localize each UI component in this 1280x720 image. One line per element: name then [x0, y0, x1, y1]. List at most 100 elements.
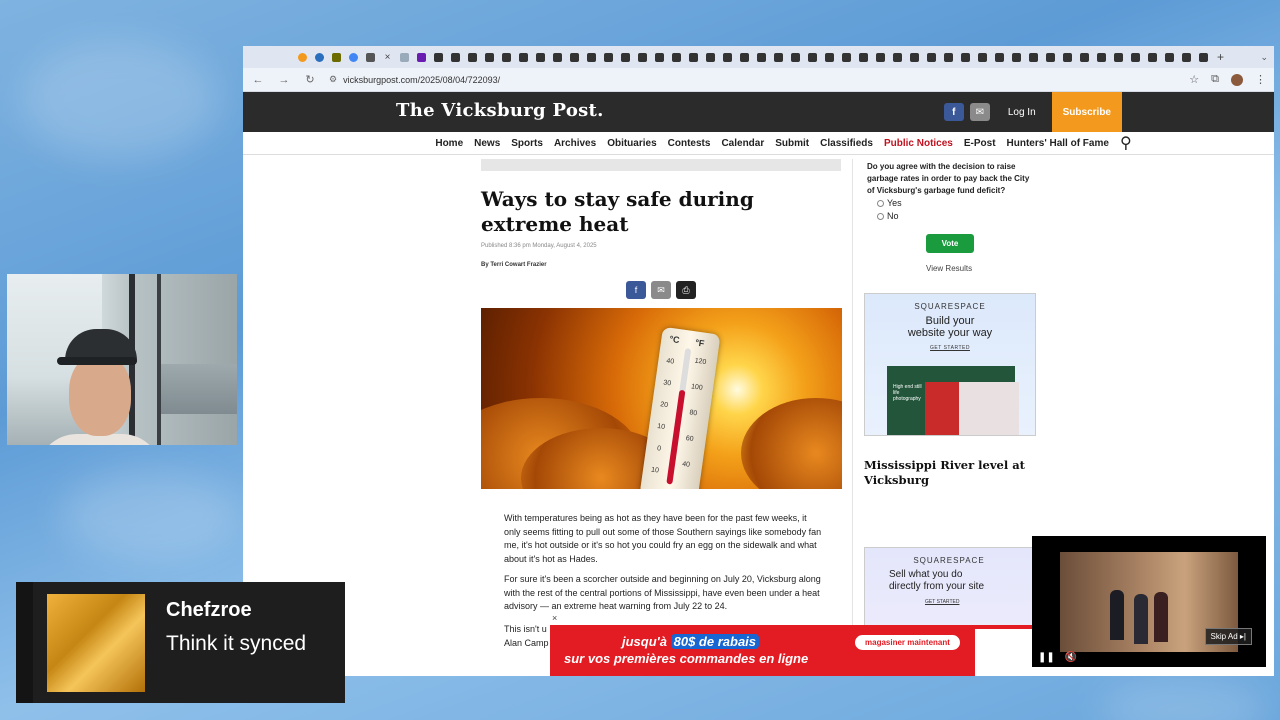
pause-icon[interactable]: ❚❚	[1038, 652, 1055, 663]
tab-search-icon[interactable]: ⌄	[1260, 52, 1268, 63]
print-icon[interactable]: ⎙	[676, 281, 696, 299]
new-tab-icon[interactable]: +	[1217, 50, 1224, 64]
tab-favicon[interactable]	[533, 50, 548, 65]
tab-favicon[interactable]	[397, 50, 412, 65]
tab-favicon[interactable]	[618, 50, 633, 65]
nav-public-notices[interactable]: Public Notices	[884, 138, 953, 149]
tab-favicon[interactable]	[635, 50, 650, 65]
tab-favicon[interactable]	[788, 50, 803, 65]
tab-favicon[interactable]	[856, 50, 871, 65]
tab-favicon[interactable]	[465, 50, 480, 65]
nav-archives[interactable]: Archives	[554, 138, 596, 149]
tab-favicon[interactable]	[1111, 50, 1126, 65]
tab-favicon[interactable]	[873, 50, 888, 65]
byline[interactable]: By Terri Cowart Frazier	[481, 262, 547, 268]
tab-favicon[interactable]	[720, 50, 735, 65]
ad-cta[interactable]: GET STARTED	[865, 599, 1033, 605]
tab-favicon[interactable]	[516, 50, 531, 65]
extensions-icon[interactable]: ⧉	[1211, 73, 1219, 86]
tab-favicon[interactable]	[431, 50, 446, 65]
tab-favicon[interactable]	[1145, 50, 1160, 65]
nav-obituaries[interactable]: Obituaries	[607, 138, 656, 149]
tab-favicon[interactable]	[839, 50, 854, 65]
view-results-link[interactable]: View Results	[926, 264, 972, 273]
tab-favicon[interactable]	[805, 50, 820, 65]
tab-favicon[interactable]	[363, 50, 378, 65]
tab-favicon[interactable]	[1162, 50, 1177, 65]
banner-shop-button[interactable]: magasiner maintenant	[855, 635, 960, 650]
tab-favicon[interactable]	[567, 50, 582, 65]
profile-avatar[interactable]	[1231, 73, 1243, 86]
nav-calendar[interactable]: Calendar	[721, 138, 764, 149]
tab-favicon[interactable]	[584, 50, 599, 65]
site-info-icon[interactable]: ⚙	[329, 74, 337, 85]
squarespace-ad[interactable]: SQUARESPACE Build your website your way …	[864, 293, 1036, 436]
email-icon[interactable]: ✉	[969, 103, 990, 121]
active-tab-close-icon[interactable]: ×	[380, 52, 395, 63]
tab-favicon[interactable]	[414, 50, 429, 65]
tab-favicon[interactable]	[686, 50, 701, 65]
banner-close-icon[interactable]: ×	[552, 613, 557, 623]
nav-contests[interactable]: Contests	[668, 138, 711, 149]
tab-favicon[interactable]	[907, 50, 922, 65]
mute-icon[interactable]: 🔇	[1065, 652, 1077, 663]
facebook-icon[interactable]: f	[943, 103, 964, 121]
nav-classifieds[interactable]: Classifieds	[820, 138, 873, 149]
tab-favicon[interactable]	[975, 50, 990, 65]
reload-icon[interactable]: ↻	[303, 73, 317, 86]
subscribe-button[interactable]: Subscribe	[1051, 92, 1122, 132]
tab-favicon[interactable]	[754, 50, 769, 65]
site-logo[interactable]: The Vicksburg Post.	[396, 100, 604, 121]
nav-news[interactable]: News	[474, 138, 500, 149]
tab-favicon[interactable]	[941, 50, 956, 65]
share-email-icon[interactable]: ✉	[651, 281, 671, 299]
video-ad[interactable]: Skip Ad ▸| ❚❚ 🔇	[1032, 536, 1266, 667]
skip-ad-button[interactable]: Skip Ad ▸|	[1204, 628, 1252, 645]
tab-favicon[interactable]	[992, 50, 1007, 65]
address-bar[interactable]: ⚙ vicksburgpost.com/2025/08/04/722093/	[329, 71, 1177, 89]
tab-favicon[interactable]	[346, 50, 361, 65]
vote-button[interactable]: Vote	[926, 234, 974, 253]
tab-favicon[interactable]	[703, 50, 718, 65]
poll-option-no[interactable]: No	[877, 211, 899, 221]
banner-ad[interactable]: edge jusqu'à 80$ de rabais sur vos premi…	[550, 625, 1035, 676]
back-icon[interactable]: ←	[251, 74, 265, 86]
tab-favicon[interactable]	[771, 50, 786, 65]
nav-sports[interactable]: Sports	[511, 138, 543, 149]
nav-submit[interactable]: Submit	[775, 138, 809, 149]
tab-favicon[interactable]	[1043, 50, 1058, 65]
tab-favicon[interactable]	[499, 50, 514, 65]
tab-favicon[interactable]	[669, 50, 684, 65]
forward-icon[interactable]: →	[277, 74, 291, 86]
tab-favicon[interactable]	[822, 50, 837, 65]
tab-favicon[interactable]	[1094, 50, 1109, 65]
share-facebook-icon[interactable]: f	[626, 281, 646, 299]
poll-option-yes[interactable]: Yes	[877, 198, 902, 208]
ad-cta[interactable]: GET STARTED	[865, 345, 1035, 351]
tab-favicon[interactable]	[652, 50, 667, 65]
tab-favicon[interactable]	[1009, 50, 1024, 65]
radio-icon[interactable]	[877, 212, 884, 220]
tab-favicon[interactable]	[601, 50, 616, 65]
tab-favicon[interactable]	[890, 50, 905, 65]
tab-favicon[interactable]	[737, 50, 752, 65]
radio-icon[interactable]	[877, 199, 884, 207]
bookmark-star-icon[interactable]: ☆	[1189, 73, 1199, 86]
nav-hunters-hall[interactable]: Hunters' Hall of Fame	[1007, 138, 1109, 149]
tab-favicon[interactable]	[295, 50, 310, 65]
tab-favicon[interactable]	[1026, 50, 1041, 65]
tab-favicon[interactable]	[550, 50, 565, 65]
tab-favicon[interactable]	[329, 50, 344, 65]
tab-favicon[interactable]	[482, 50, 497, 65]
tab-favicon[interactable]	[1077, 50, 1092, 65]
tab-favicon[interactable]	[1179, 50, 1194, 65]
nav-epost[interactable]: E-Post	[964, 138, 996, 149]
login-link[interactable]: Log In	[1008, 107, 1036, 118]
video-ad-close-icon[interactable]: ×	[1257, 523, 1263, 534]
menu-icon[interactable]: ⋮	[1255, 73, 1266, 86]
tab-favicon[interactable]	[924, 50, 939, 65]
tab-favicon[interactable]	[448, 50, 463, 65]
tab-favicon[interactable]	[1128, 50, 1143, 65]
nav-home[interactable]: Home	[435, 138, 463, 149]
tab-favicon[interactable]	[312, 50, 327, 65]
